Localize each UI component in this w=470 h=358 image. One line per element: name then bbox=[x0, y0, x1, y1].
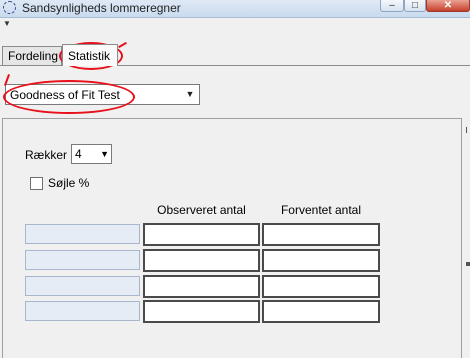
close-button[interactable]: ✕ bbox=[426, 0, 470, 12]
chevron-down-icon[interactable]: ▼ bbox=[100, 147, 109, 161]
window-title: Sandsynligheds lommeregner bbox=[22, 1, 181, 15]
scrollbar-marker bbox=[466, 127, 467, 133]
annotation-circle-select bbox=[3, 80, 135, 114]
rows-count-select[interactable]: 4 ▼ bbox=[71, 144, 112, 164]
expected-count-field[interactable] bbox=[262, 223, 380, 246]
row-label-field[interactable] bbox=[25, 276, 140, 296]
observed-count-field[interactable] bbox=[143, 249, 260, 272]
maximize-button[interactable]: □ bbox=[404, 0, 426, 12]
row-label-field[interactable] bbox=[25, 301, 140, 321]
expected-count-field[interactable] bbox=[262, 249, 380, 272]
minimize-button[interactable]: – bbox=[380, 0, 404, 12]
settings-cog-icon[interactable] bbox=[3, 1, 16, 14]
observed-count-field[interactable] bbox=[143, 275, 260, 298]
chevron-down-icon[interactable]: ▼ bbox=[183, 87, 197, 102]
scrollbar-handle-grip[interactable] bbox=[466, 262, 470, 266]
row-label-field[interactable] bbox=[25, 224, 140, 244]
expected-count-field[interactable] bbox=[262, 300, 380, 323]
observed-count-field[interactable] bbox=[143, 223, 260, 246]
column-percent-checkbox[interactable] bbox=[30, 177, 43, 190]
column-header-observed: Observeret antal bbox=[157, 203, 246, 217]
menu-dropdown-icon[interactable]: ▼ bbox=[3, 19, 11, 28]
expected-count-field[interactable] bbox=[262, 275, 380, 298]
tab-fordeling[interactable]: Fordeling bbox=[2, 46, 62, 65]
rows-count-value: 4 bbox=[75, 147, 82, 161]
vertical-scrollbar[interactable] bbox=[462, 118, 470, 351]
title-bar: Sandsynligheds lommeregner – □ ✕ bbox=[0, 0, 470, 18]
observed-count-field[interactable] bbox=[143, 300, 260, 323]
rows-label: Rækker bbox=[25, 148, 68, 162]
column-percent-label: Søjle % bbox=[48, 176, 90, 190]
annotation-tail-tab bbox=[118, 41, 127, 49]
row-label-field[interactable] bbox=[25, 250, 140, 270]
column-header-expected: Forventet antal bbox=[280, 203, 362, 217]
tab-statistik[interactable]: Statistik bbox=[62, 44, 118, 66]
